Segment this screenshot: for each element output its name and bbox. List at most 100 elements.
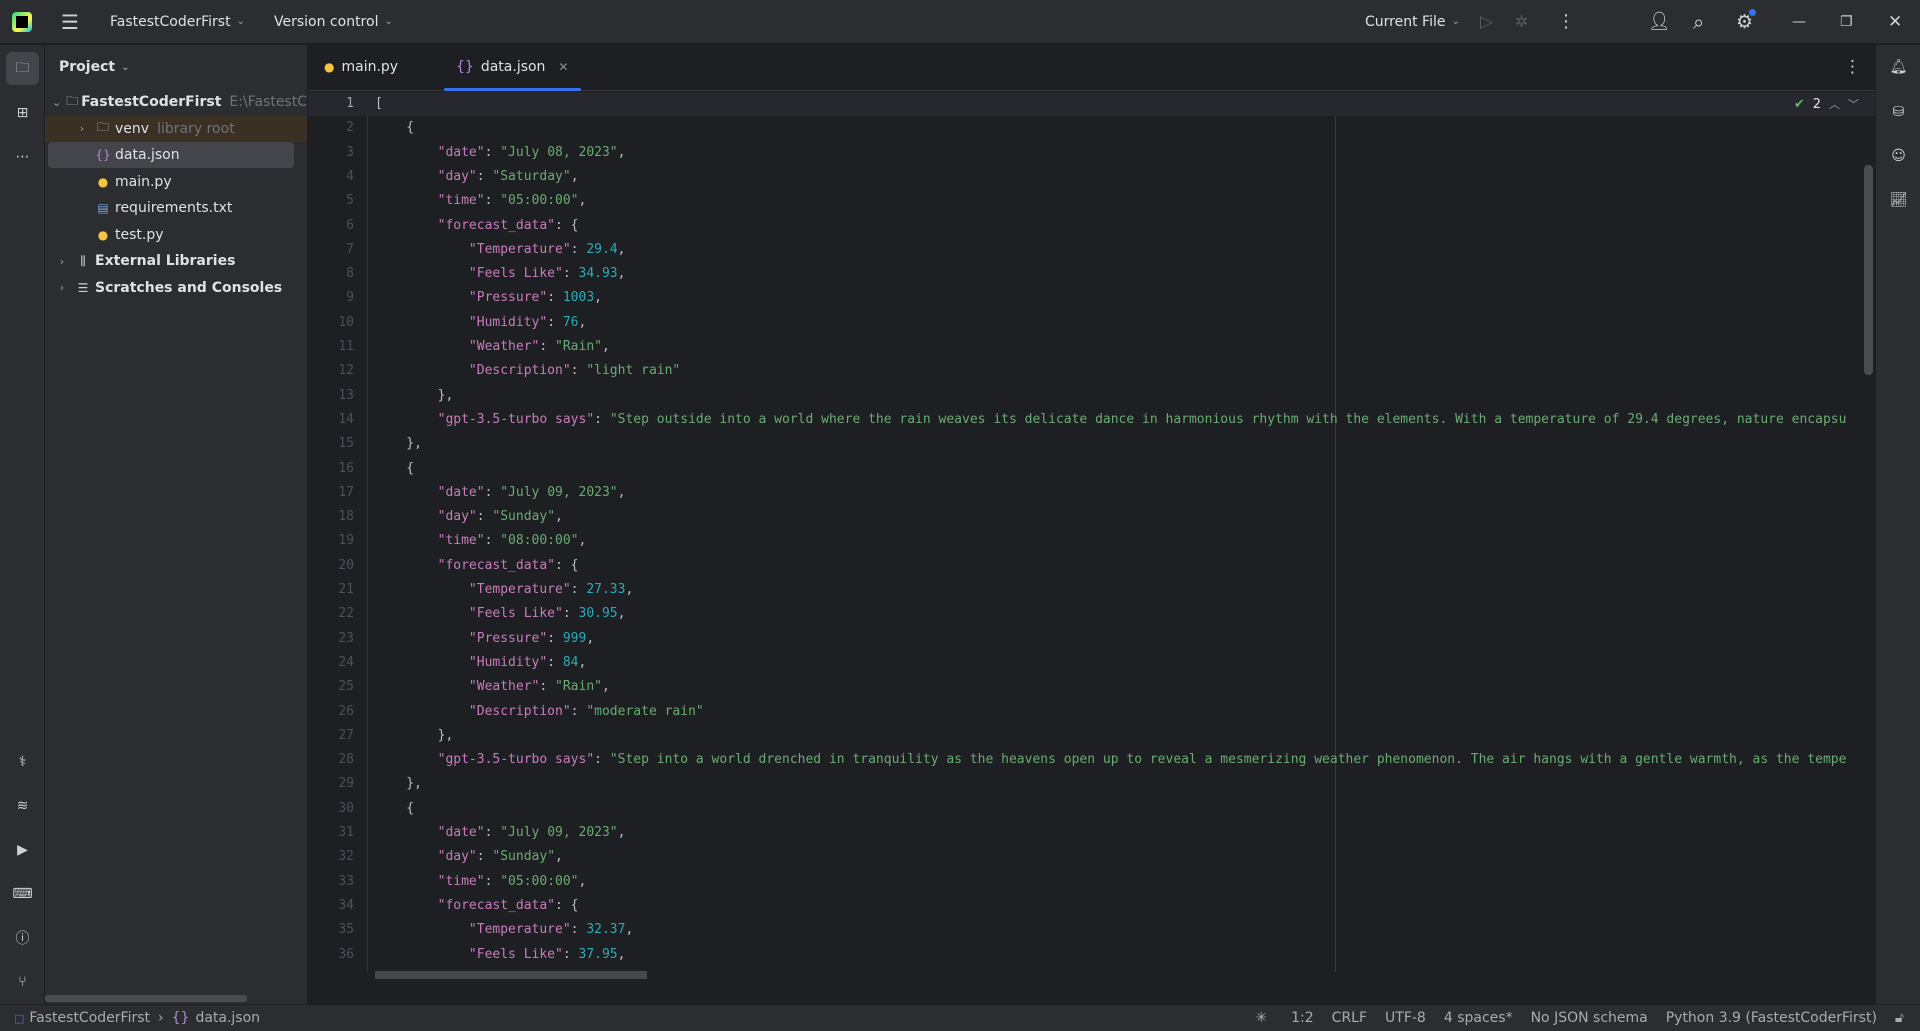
chevron-right-icon[interactable]: › (55, 255, 69, 268)
line-number: 34 (338, 897, 354, 913)
tree-item[interactable]: › ☰ Scratches and Consoles (45, 275, 307, 301)
code-line: 9 "Pressure": 1003, (308, 286, 1875, 310)
search-icon[interactable]: ⌕ (1693, 10, 1704, 34)
tab-options-icon[interactable]: ⋮ (1844, 57, 1861, 77)
run-icon[interactable]: ▷ (1480, 12, 1493, 32)
indent-setting[interactable]: 4 spaces* (1444, 1010, 1513, 1026)
project-name: FastestCoderFirst (110, 13, 231, 30)
json-punctuation: , (602, 679, 610, 695)
json-punctuation: : (476, 849, 493, 865)
tree-item[interactable]: › ⫼ External Libraries (45, 248, 307, 274)
python-interpreter[interactable]: Python 3.9 (FastestCoderFirst) (1666, 1010, 1877, 1026)
tab-data-json[interactable]: {} data.json ✕ (442, 44, 583, 91)
tab-main-py[interactable]: ● main.py (308, 44, 430, 90)
json-punctuation: }, (375, 727, 454, 743)
main-menu-icon[interactable]: ☰ (60, 10, 80, 34)
services-icon[interactable]: ▶ (6, 833, 39, 866)
close-window-icon[interactable]: ✕ (1888, 12, 1902, 32)
terminal-icon[interactable]: ⌨ (6, 877, 39, 910)
chevron-right-icon[interactable]: › (55, 281, 69, 294)
chevron-down-icon[interactable]: ⌄ (52, 96, 62, 109)
settings-icon[interactable]: ⚙ (1736, 8, 1757, 33)
code-line: 2 { (308, 116, 1875, 140)
tree-item[interactable]: {} data.json (48, 142, 294, 168)
close-tab-icon[interactable]: ✕ (558, 60, 568, 74)
json-punctuation: , (594, 290, 602, 306)
json-punctuation: : (484, 825, 501, 840)
json-number: 34.93 (578, 266, 618, 282)
structure-tool-icon[interactable]: ⊞ (6, 96, 39, 129)
horizontal-scrollbar[interactable] (45, 995, 247, 1002)
more-tools-icon[interactable]: ⋯ (6, 140, 39, 173)
line-number: 15 (338, 436, 354, 452)
code-line: 32 "day": "Sunday", (308, 845, 1875, 869)
json-punctuation: : (547, 630, 563, 646)
json-punctuation: : (570, 703, 587, 719)
tree-item[interactable]: › 🗀 venv library root (45, 115, 307, 142)
tree-item[interactable]: ⌄ 🗀 FastestCoderFirst E:\FastestC (45, 89, 307, 115)
more-actions-icon[interactable]: ⋮ (1557, 11, 1575, 32)
json-punctuation: : { (555, 217, 579, 233)
breadcrumb-file[interactable]: data.json (195, 1010, 260, 1026)
json-string: "05:00:00" (500, 193, 579, 209)
project-switcher[interactable]: FastestCoderFirst ⌄ (110, 14, 245, 30)
tree-item[interactable]: ● test.py (45, 222, 307, 248)
minimize-icon[interactable]: — (1792, 14, 1806, 30)
line-separator[interactable]: CRLF (1332, 1010, 1367, 1026)
database-icon[interactable]: ⛁ (1882, 95, 1915, 128)
horizontal-scrollbar[interactable] (375, 971, 647, 979)
problems-icon[interactable]: ⓘ (6, 921, 39, 954)
json-number: 84 (562, 654, 579, 670)
vertical-scrollbar[interactable] (1864, 165, 1873, 375)
python-packages-icon[interactable]: ⚕ (6, 745, 39, 778)
code-line: 1[ (308, 92, 1875, 117)
json-key: "date" (375, 484, 485, 500)
code-area[interactable]: 1[2 {3 "date": "July 08, 2023", 4 "day": … (308, 92, 1875, 972)
json-punctuation: , (586, 630, 595, 646)
json-key: "Humidity" (375, 654, 548, 670)
git-icon[interactable]: ⑂ (6, 965, 39, 998)
json-punctuation: : (570, 241, 587, 257)
run-config-label: Current File (1365, 13, 1446, 30)
file-encoding[interactable]: UTF-8 (1385, 1010, 1426, 1026)
json-punctuation: : (484, 144, 501, 160)
project-tool-icon[interactable]: 🗀 (6, 52, 39, 85)
sciview-icon[interactable]: 📈︎ (1882, 183, 1915, 216)
json-punctuation: }, (375, 776, 422, 792)
json-string: "05:00:00" (500, 873, 579, 889)
json-punctuation: : (539, 679, 556, 695)
tree-item[interactable]: ▤ requirements.txt (45, 195, 307, 221)
json-number: 30.95 (578, 606, 618, 622)
json-schema[interactable]: No JSON schema (1531, 1010, 1648, 1026)
json-key: "Description" (375, 703, 571, 719)
line-number: 18 (338, 509, 354, 525)
project-panel-header[interactable]: Project ⌄ (45, 45, 307, 89)
json-key: "forecast_data" (375, 897, 556, 913)
json-punctuation: , (617, 144, 626, 160)
next-highlight-icon[interactable]: ﹀ (1848, 96, 1859, 112)
json-punctuation: : { (555, 557, 579, 573)
vcs-menu[interactable]: Version control ⌄ (274, 14, 393, 30)
code-line: 22 "Feels Like": 30.95, (308, 602, 1875, 626)
restore-icon[interactable]: ❐ (1840, 14, 1853, 30)
json-string: "Sunday" (492, 509, 556, 525)
previous-highlight-icon[interactable]: ︿ (1829, 96, 1840, 112)
inspection-widget[interactable]: ✔ 2 ︿ ﹀ (1787, 94, 1865, 114)
caret-position[interactable]: 1:2 (1291, 1010, 1314, 1026)
tree-item[interactable]: ● main.py (45, 169, 307, 195)
notifications-icon[interactable]: 🔔︎ (1882, 50, 1915, 83)
breadcrumb-project[interactable]: FastestCoderFirst (29, 1010, 150, 1026)
json-punctuation: , (625, 922, 634, 938)
json-number: 999 (562, 630, 587, 646)
project-panel-title: Project (59, 59, 116, 75)
run-config-select[interactable]: Current File ⌄ (1365, 14, 1460, 30)
lock-icon[interactable]: 🔓︎ (1895, 1010, 1904, 1026)
layers-icon[interactable]: ≋ (6, 789, 39, 822)
add-user-icon[interactable]: 👤︎ (1648, 11, 1671, 32)
line-number: 21 (338, 582, 354, 597)
debug-icon[interactable]: ✲ (1515, 12, 1528, 31)
json-key: "Humidity" (375, 314, 548, 330)
json-punctuation: : (570, 363, 587, 379)
chevron-right-icon[interactable]: › (75, 122, 89, 135)
copilot-icon[interactable]: ☺ (1882, 139, 1915, 172)
